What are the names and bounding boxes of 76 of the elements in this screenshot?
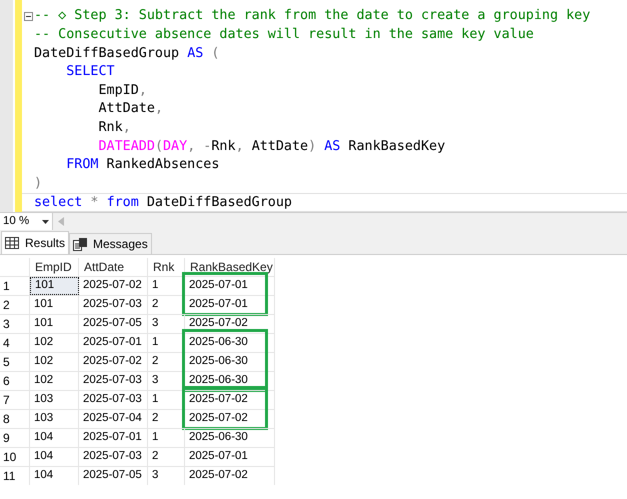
code-line: AttDate, xyxy=(97,100,163,118)
table-cell: 2025-07-02 xyxy=(185,315,275,333)
column-header[interactable]: RankBasedKey xyxy=(185,258,275,276)
result-tab[interactable]: Messages xyxy=(69,233,152,254)
table-cell: 2025-07-01 xyxy=(79,334,148,352)
grid-icon xyxy=(5,237,19,249)
code-line: select * from DateDiffBasedGroup xyxy=(33,194,292,212)
result-tab[interactable]: Results xyxy=(1,231,70,254)
table-cell: 2025-07-03 xyxy=(79,372,148,390)
table-cell: 1 xyxy=(148,391,185,409)
table-cell: 2025-07-05 xyxy=(79,467,148,485)
table-cell: 104 xyxy=(30,448,79,466)
table-cell: 2025-07-01 xyxy=(185,277,275,295)
table-cell: 3 xyxy=(148,315,185,333)
table-cell: 2025-07-02 xyxy=(185,410,275,428)
row-number: 4 xyxy=(0,334,30,352)
row-number: 3 xyxy=(0,315,30,333)
table-cell: 2025-07-05 xyxy=(79,315,148,333)
code-line: EmpID, xyxy=(97,82,147,100)
table-cell: 101 xyxy=(30,277,79,295)
table-cell: 2025-07-02 xyxy=(79,277,148,295)
table-cell: 2025-07-01 xyxy=(79,429,148,447)
table-cell: 2025-07-01 xyxy=(185,448,275,466)
code-line: ) xyxy=(33,174,42,193)
table-cell: 2025-07-04 xyxy=(79,410,148,428)
table-cell: 104 xyxy=(30,467,79,485)
table-cell: 2 xyxy=(148,296,185,314)
table-cell: 102 xyxy=(30,372,79,390)
column-header[interactable]: Rnk xyxy=(148,258,185,276)
table-cell: 1 xyxy=(148,429,185,447)
table-cell: 3 xyxy=(148,467,185,485)
row-number: 11 xyxy=(0,467,30,485)
table-cell: 2025-06-30 xyxy=(185,353,275,371)
table-cell: 1 xyxy=(148,334,185,352)
table-cell: 2025-07-03 xyxy=(79,296,148,314)
table-cell: 2025-07-01 xyxy=(185,296,275,314)
table-cell: 102 xyxy=(30,334,79,352)
table-cell: 102 xyxy=(30,353,79,371)
table-cell: 2025-06-30 xyxy=(185,372,275,390)
column-header[interactable]: AttDate xyxy=(79,258,148,276)
table-cell: 3 xyxy=(148,372,185,390)
table-cell: 2025-06-30 xyxy=(185,429,275,447)
code-line: DATEADD(DAY, -Rnk, AttDate) AS RankBasedKey xyxy=(97,138,446,156)
table-cell: 2025-07-03 xyxy=(79,391,148,409)
row-number: 8 xyxy=(0,410,30,428)
row-number: 7 xyxy=(0,391,30,409)
code-line: DateDiffBasedGroup AS ( xyxy=(33,44,220,63)
table-cell: 104 xyxy=(30,429,79,447)
table-cell: 2 xyxy=(148,448,185,466)
row-number: 10 xyxy=(0,448,30,466)
document-icon xyxy=(73,238,88,250)
column-header[interactable]: EmpID xyxy=(30,258,79,276)
code-line: -- ◇ Step 3: Subtract the rank from the date to create a grouping key xyxy=(22,7,590,26)
row-number: 5 xyxy=(0,353,30,371)
row-number: 2 xyxy=(0,296,30,314)
code-line: FROM RankedAbsences xyxy=(65,156,220,174)
table-cell: 103 xyxy=(30,410,79,428)
table-cell: 2025-07-03 xyxy=(79,448,148,466)
table-cell: 2025-07-02 xyxy=(185,391,275,409)
row-number: 6 xyxy=(0,372,30,390)
zoom-dropdown[interactable]: 10 % xyxy=(0,213,53,230)
table-cell: 101 xyxy=(30,296,79,314)
code-line: Rnk, xyxy=(97,119,131,138)
table-cell: 1 xyxy=(148,277,185,295)
code-line: -- Consecutive absence dates will result in the same key value xyxy=(33,26,534,44)
row-number: 9 xyxy=(0,429,30,447)
code-line: SELECT xyxy=(65,63,115,82)
table-cell: 2025-07-02 xyxy=(185,467,275,485)
table-cell: 2 xyxy=(148,410,185,428)
caret-icon xyxy=(42,220,49,224)
table-cell: 101 xyxy=(30,315,79,333)
table-cell: 2 xyxy=(148,353,185,371)
scroll-left-icon[interactable] xyxy=(58,217,64,226)
table-cell: 2025-07-02 xyxy=(79,353,148,371)
table-cell: 103 xyxy=(30,391,79,409)
table-cell: 2025-06-30 xyxy=(185,334,275,352)
